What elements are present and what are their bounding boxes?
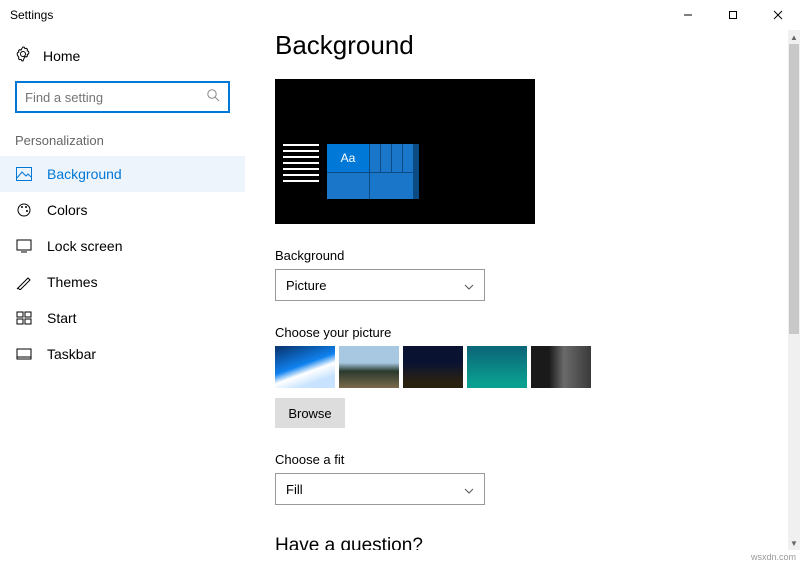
nav-label: Lock screen [47, 238, 122, 254]
nav-colors[interactable]: Colors [0, 192, 245, 228]
preview-start-tiles: Aa [327, 144, 419, 199]
taskbar-icon [15, 348, 33, 360]
nav-themes[interactable]: Themes [0, 264, 245, 300]
minimize-button[interactable] [665, 0, 710, 30]
page-title: Background [275, 30, 800, 61]
preview-menu-lines [283, 144, 319, 186]
fit-value: Fill [286, 482, 303, 497]
sidebar: Home Personalization Background Colors L… [0, 30, 245, 550]
desktop-preview: Aa [275, 79, 535, 224]
browse-button[interactable]: Browse [275, 398, 345, 428]
window-title: Settings [10, 8, 53, 22]
choose-picture-label: Choose your picture [275, 325, 800, 340]
fit-label: Choose a fit [275, 452, 800, 467]
section-title: Personalization [0, 133, 245, 156]
palette-icon [15, 202, 33, 218]
nav-label: Taskbar [47, 346, 96, 362]
nav-label: Colors [47, 202, 87, 218]
watermark: wsxdn.com [751, 552, 796, 562]
nav-label: Themes [47, 274, 98, 290]
picture-thumb-3[interactable] [403, 346, 463, 388]
nav-taskbar[interactable]: Taskbar [0, 336, 245, 372]
question-heading: Have a question? [275, 535, 800, 550]
fit-dropdown[interactable]: Fill [275, 473, 485, 505]
picture-icon [15, 167, 33, 181]
chevron-down-icon [464, 482, 474, 497]
nav-label: Background [47, 166, 122, 182]
gear-icon [15, 46, 31, 65]
lock-screen-icon [15, 239, 33, 253]
background-dropdown[interactable]: Picture [275, 269, 485, 301]
background-value: Picture [286, 278, 326, 293]
nav-label: Start [47, 310, 77, 326]
nav-background[interactable]: Background [0, 156, 245, 192]
picture-thumbnails [275, 346, 800, 388]
search-input[interactable] [25, 90, 195, 105]
search-icon [206, 88, 220, 107]
themes-icon [15, 274, 33, 290]
picture-thumb-1[interactable] [275, 346, 335, 388]
nav-lock-screen[interactable]: Lock screen [0, 228, 245, 264]
home-label: Home [43, 48, 80, 64]
scroll-thumb[interactable] [789, 44, 799, 334]
scroll-up-arrow[interactable]: ▲ [790, 30, 798, 44]
picture-thumb-2[interactable] [339, 346, 399, 388]
picture-thumb-4[interactable] [467, 346, 527, 388]
main-content: Background Aa Background Picture Choose … [245, 30, 800, 550]
title-bar: Settings [0, 0, 800, 30]
window-controls [665, 0, 800, 30]
preview-sample-tile: Aa [327, 144, 369, 172]
picture-thumb-5[interactable] [531, 346, 591, 388]
maximize-button[interactable] [710, 0, 755, 30]
search-box[interactable] [15, 81, 230, 113]
scroll-down-arrow[interactable]: ▼ [790, 536, 798, 550]
home-button[interactable]: Home [0, 40, 245, 71]
scrollbar[interactable]: ▲ ▼ [788, 30, 800, 550]
close-button[interactable] [755, 0, 800, 30]
chevron-down-icon [464, 278, 474, 293]
nav-start[interactable]: Start [0, 300, 245, 336]
background-label: Background [275, 248, 800, 263]
start-icon [15, 311, 33, 325]
